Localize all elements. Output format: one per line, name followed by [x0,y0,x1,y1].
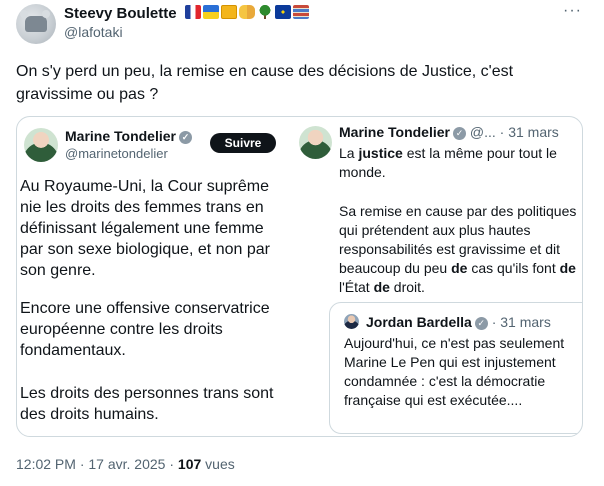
tweet-date[interactable]: 17 avr. 2025 [88,456,165,472]
nested-tweet-header: Jordan Bardella ✓ · 31 mars [366,314,551,330]
nested-tweet-text: Aujourd'hui, ce n'est pas seulement Mari… [344,335,565,408]
right-tweet-paragraph-1: La justice est la même pour tout le mond… [339,144,582,182]
nested-name-text: Jordan Bardella [366,314,472,330]
ukraine-flag-icon [203,5,219,19]
tweet-text: On s'y perd un peu, la remise en cause d… [16,63,514,103]
more-options-icon[interactable]: ··· [563,2,582,20]
left-tweet-paragraph-3: Les droits des personnes trans sont des … [20,385,274,423]
views-label: vues [205,456,235,472]
books-icon [293,5,309,19]
separator: · [165,456,178,472]
left-tweet-paragraph-1: Au Royaume-Uni, la Cour suprême nie les … [20,178,270,279]
separator: · [75,456,89,472]
author-display-name[interactable]: Steevy Boulette [64,5,177,22]
author-handle[interactable]: @lafotaki [64,24,123,40]
author-emoji-flags [185,5,309,19]
tweet: Steevy Boulette @lafotaki ··· On s'y per… [0,0,604,486]
text-run: droit. [389,279,425,295]
text-run-bold: justice [358,145,403,161]
tweet-metadata: 12:02 PM · 17 avr. 2025 · 107 vues [16,456,235,472]
text-run-bold: de [559,260,576,276]
jordan-bardella-avatar [344,314,359,329]
eu-flag-icon [275,5,291,19]
left-tweet-author-handle: @marinetondelier [65,146,168,161]
attached-image[interactable]: Marine Tondelier ✓ @marinetondelier Suivr… [16,116,583,437]
verified-badge-icon: ✓ [474,317,488,330]
text-run: cas qu'ils font [467,260,560,276]
france-flag-icon [185,5,201,19]
verified-badge-icon: ✓ [178,131,192,144]
tree-icon [257,5,273,19]
text-run-bold: de [451,260,468,276]
views-count: 107 [177,456,202,472]
marine-tondelier-avatar [299,126,332,159]
screenshot-right-tweet: Marine Tondelier ✓ @... · 31 mars La just… [297,117,582,436]
right-tweet-paragraph-2: Sa remise en cause par des politiques qu… [339,202,582,297]
text-run: l'État [339,279,374,295]
follow-button: Suivre [210,133,276,153]
tweet-time[interactable]: 12:02 PM [16,456,76,472]
screenshot-left-tweet: Marine Tondelier ✓ @marinetondelier Suivr… [17,117,287,436]
text-run-bold: de [373,279,390,295]
left-name-text: Marine Tondelier [65,128,176,144]
marine-tondelier-avatar [24,128,58,162]
right-name-text: Marine Tondelier [339,124,450,140]
verified-badge-icon: ✓ [452,127,466,140]
text-run: La [339,145,359,161]
beer-icon [221,5,237,19]
right-tweet-header: Marine Tondelier ✓ @... · 31 mars [339,124,559,140]
nested-quoted-tweet: Jordan Bardella ✓ · 31 mars Aujourd'hui, … [329,302,582,434]
nested-tweet-meta: · 31 mars [491,314,551,330]
left-tweet-author-name: Marine Tondelier ✓ [65,128,192,144]
people-icon [239,5,255,19]
author-avatar[interactable] [16,4,56,44]
left-tweet-paragraph-2: Encore une offensive conservatrice europ… [20,300,270,359]
right-tweet-meta: @... · 31 mars [469,124,559,140]
